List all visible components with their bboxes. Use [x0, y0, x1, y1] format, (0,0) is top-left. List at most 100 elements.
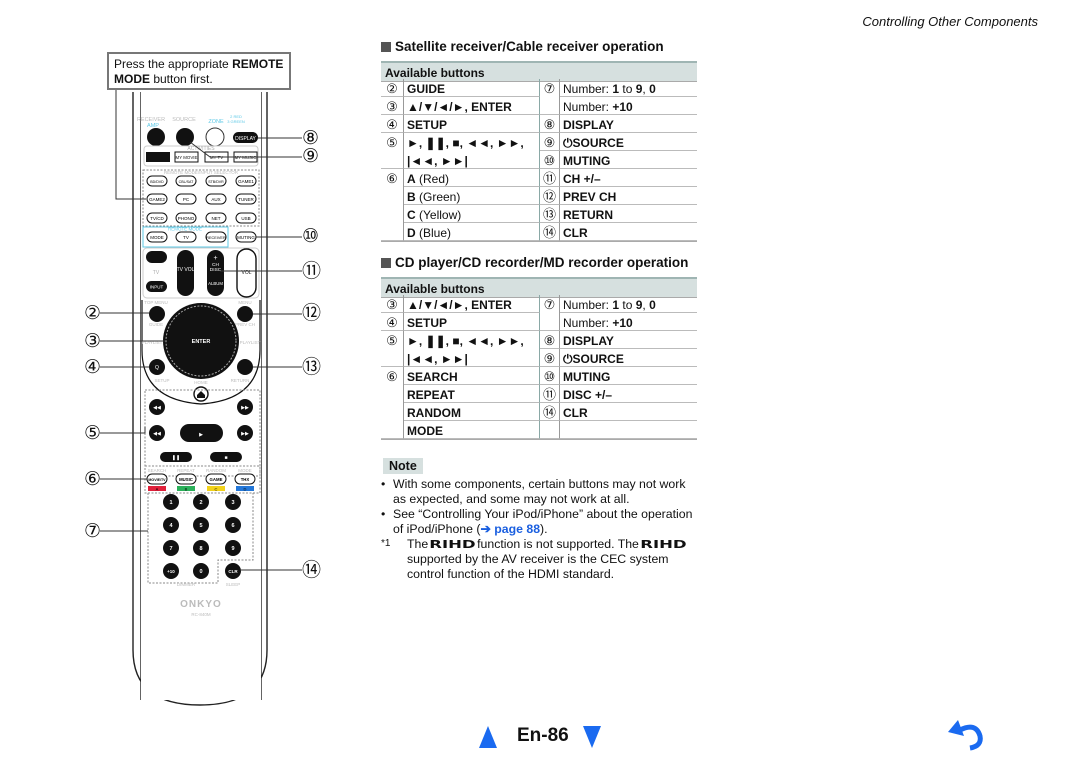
input-selector-label: TUNER — [238, 197, 254, 202]
callout-number: ⑬ — [540, 205, 560, 223]
svg-text:▶▶: ▶▶ — [241, 405, 249, 411]
buttons-table-satellite: Available buttons ② GUIDE ③ ▲/▼/◄/►, ENTER ④ S… — [381, 61, 697, 242]
button-name-cell: ►, ❚❚, ■, ◄◄, ►►, |◄◄, ►►| — [404, 331, 540, 367]
input-selector-label: GAME2 — [149, 197, 165, 202]
button-name-text: RANDOM — [407, 406, 461, 420]
return-arrow-icon — [948, 720, 983, 751]
svg-text:+: + — [213, 255, 217, 262]
buttons-table-cd: Available buttons ③ ▲/▼/◄/►, ENTER ④ SETUP ⑤ ►… — [381, 277, 697, 440]
button-name-text: CH +/– — [563, 172, 601, 186]
button-name-cell: D (Blue) — [404, 223, 540, 241]
label-search: SEARCH — [148, 468, 167, 473]
button-name-text: (Yellow) — [415, 208, 462, 222]
button-name-text: CLR — [563, 226, 588, 240]
my-movie-button: MY MOVIE — [176, 155, 198, 160]
button-name-cell: MUTING — [560, 367, 697, 385]
input-selector-label: BD/DVD — [150, 180, 164, 184]
label-prev-ch: PREV CH — [235, 322, 255, 327]
section-title-text: CD player/CD recorder/MD recorder operat… — [395, 255, 689, 270]
back-button[interactable] — [946, 718, 986, 752]
callout-10: ⑩ — [302, 225, 320, 247]
callout-number: ⑩ — [540, 151, 560, 169]
label-dimmer: DIMMER — [177, 582, 196, 587]
button-name-cell: CLR — [560, 403, 697, 421]
label-top-menu: TOP MENU — [144, 300, 168, 305]
callout-12: ⑫ — [302, 302, 322, 324]
button-name-cell: SEARCH — [404, 367, 540, 385]
label-menu: MENU — [238, 300, 251, 305]
button-name-text: MUTING — [563, 370, 611, 384]
note-bullet-1: • With some components, certain buttons m… — [381, 477, 686, 506]
footnote-mark: *1 — [381, 538, 391, 549]
model-label: RC-840M — [191, 612, 211, 617]
prev-page-button[interactable] — [478, 725, 498, 749]
button-name-text: +10 — [612, 316, 633, 330]
input-selector-label: PHONO — [178, 216, 195, 221]
input-selector-label: USB — [241, 216, 250, 221]
callout-number: ⑭ — [540, 223, 560, 241]
button-name-text: (Red) — [415, 172, 450, 186]
movie-tv-button: MOVIE/TV — [148, 478, 166, 482]
callout-number: ⑧ — [540, 331, 560, 349]
button-name-text: Number: — [563, 316, 613, 330]
label-mode2: MODE — [238, 468, 252, 473]
digit-label: 1 — [169, 500, 172, 506]
next-page-button[interactable] — [582, 725, 602, 749]
callout-7: ⑦ — [84, 520, 102, 542]
svg-text:◀◀: ◀◀ — [153, 405, 161, 411]
hint-text: Press the appropriate — [114, 57, 233, 71]
running-header: Controlling Other Components — [862, 14, 1038, 29]
input-selector-label: STB/DVR — [208, 180, 224, 184]
note-bullet-2: • See “Controlling Your iPod/iPhone” abou… — [381, 507, 693, 536]
button-name-cell: Number: 1 to 9, 0 — [560, 295, 697, 313]
callout-13: ⑬ — [302, 356, 322, 378]
button-name-cell: DISC +/– — [560, 385, 697, 403]
button-name-cell: RETURN — [560, 205, 697, 223]
button-name-cell: CH +/– — [560, 169, 697, 187]
page-88-link[interactable]: ➔ page 88 — [481, 522, 541, 536]
game-button: GAME — [210, 477, 223, 482]
digit-label: 7 — [169, 546, 172, 552]
button-name-text: ►, ❚❚, ■, ◄◄, ►►, — [407, 334, 524, 348]
button-name-text: ▲/▼/◄/►, ENTER — [407, 298, 512, 312]
callout-14: ⑭ — [302, 559, 322, 581]
muting-button: MUTING — [237, 235, 255, 240]
label-tv: TV — [153, 270, 160, 276]
label-return: RETURN — [231, 378, 250, 383]
button-name-text: MODE — [407, 424, 443, 438]
button-name-text: SETUP — [407, 118, 448, 132]
label-sleep: SLEEP — [226, 582, 241, 587]
button-name-text: to — [619, 82, 636, 96]
button-name-cell: MODE — [404, 421, 540, 439]
button-name-cell: ⏻SOURCE — [560, 349, 697, 367]
callout-number: ② — [381, 79, 404, 97]
svg-text:◀◀: ◀◀ — [153, 431, 161, 437]
button-name-text: MUTING — [563, 154, 611, 168]
svg-text:▶: ▶ — [199, 432, 203, 438]
button-name-cell: RANDOM — [404, 403, 540, 421]
button-name-text: ⏻SOURCE — [563, 352, 624, 366]
triangle-up-icon — [479, 726, 497, 748]
button-name-text: +10 — [612, 100, 633, 114]
digit-label: 9 — [231, 546, 234, 552]
section-title-cd: CD player/CD recorder/MD recorder operat… — [381, 255, 688, 270]
callout-number: ⑥ — [381, 169, 404, 241]
callout-number: ⑩ — [540, 367, 560, 385]
button-name-cell: Number: +10 — [560, 97, 697, 115]
enter-button: ENTER — [192, 339, 211, 345]
button-name-text: SETUP — [407, 316, 448, 330]
button-name-text: ⏻SOURCE — [563, 136, 624, 150]
button-name-text: 0 — [649, 82, 656, 96]
button-name-text: |◄◄, ►►| — [407, 154, 468, 168]
color-bar-label: C — [215, 487, 218, 492]
button-name-text: SEARCH — [407, 370, 458, 384]
digit-label: +10 — [167, 569, 175, 574]
svg-text:Q: Q — [155, 365, 159, 371]
label-guide: GUIDE — [149, 322, 163, 327]
button-name-text: Number: — [563, 298, 613, 312]
square-bullet-icon — [381, 258, 391, 268]
button-name-text: DISPLAY — [563, 118, 614, 132]
button-name-cell: DISPLAY — [560, 115, 697, 133]
callout-number: ⑦ — [540, 295, 560, 331]
input-selector-label: CBL/SAT — [179, 180, 195, 184]
